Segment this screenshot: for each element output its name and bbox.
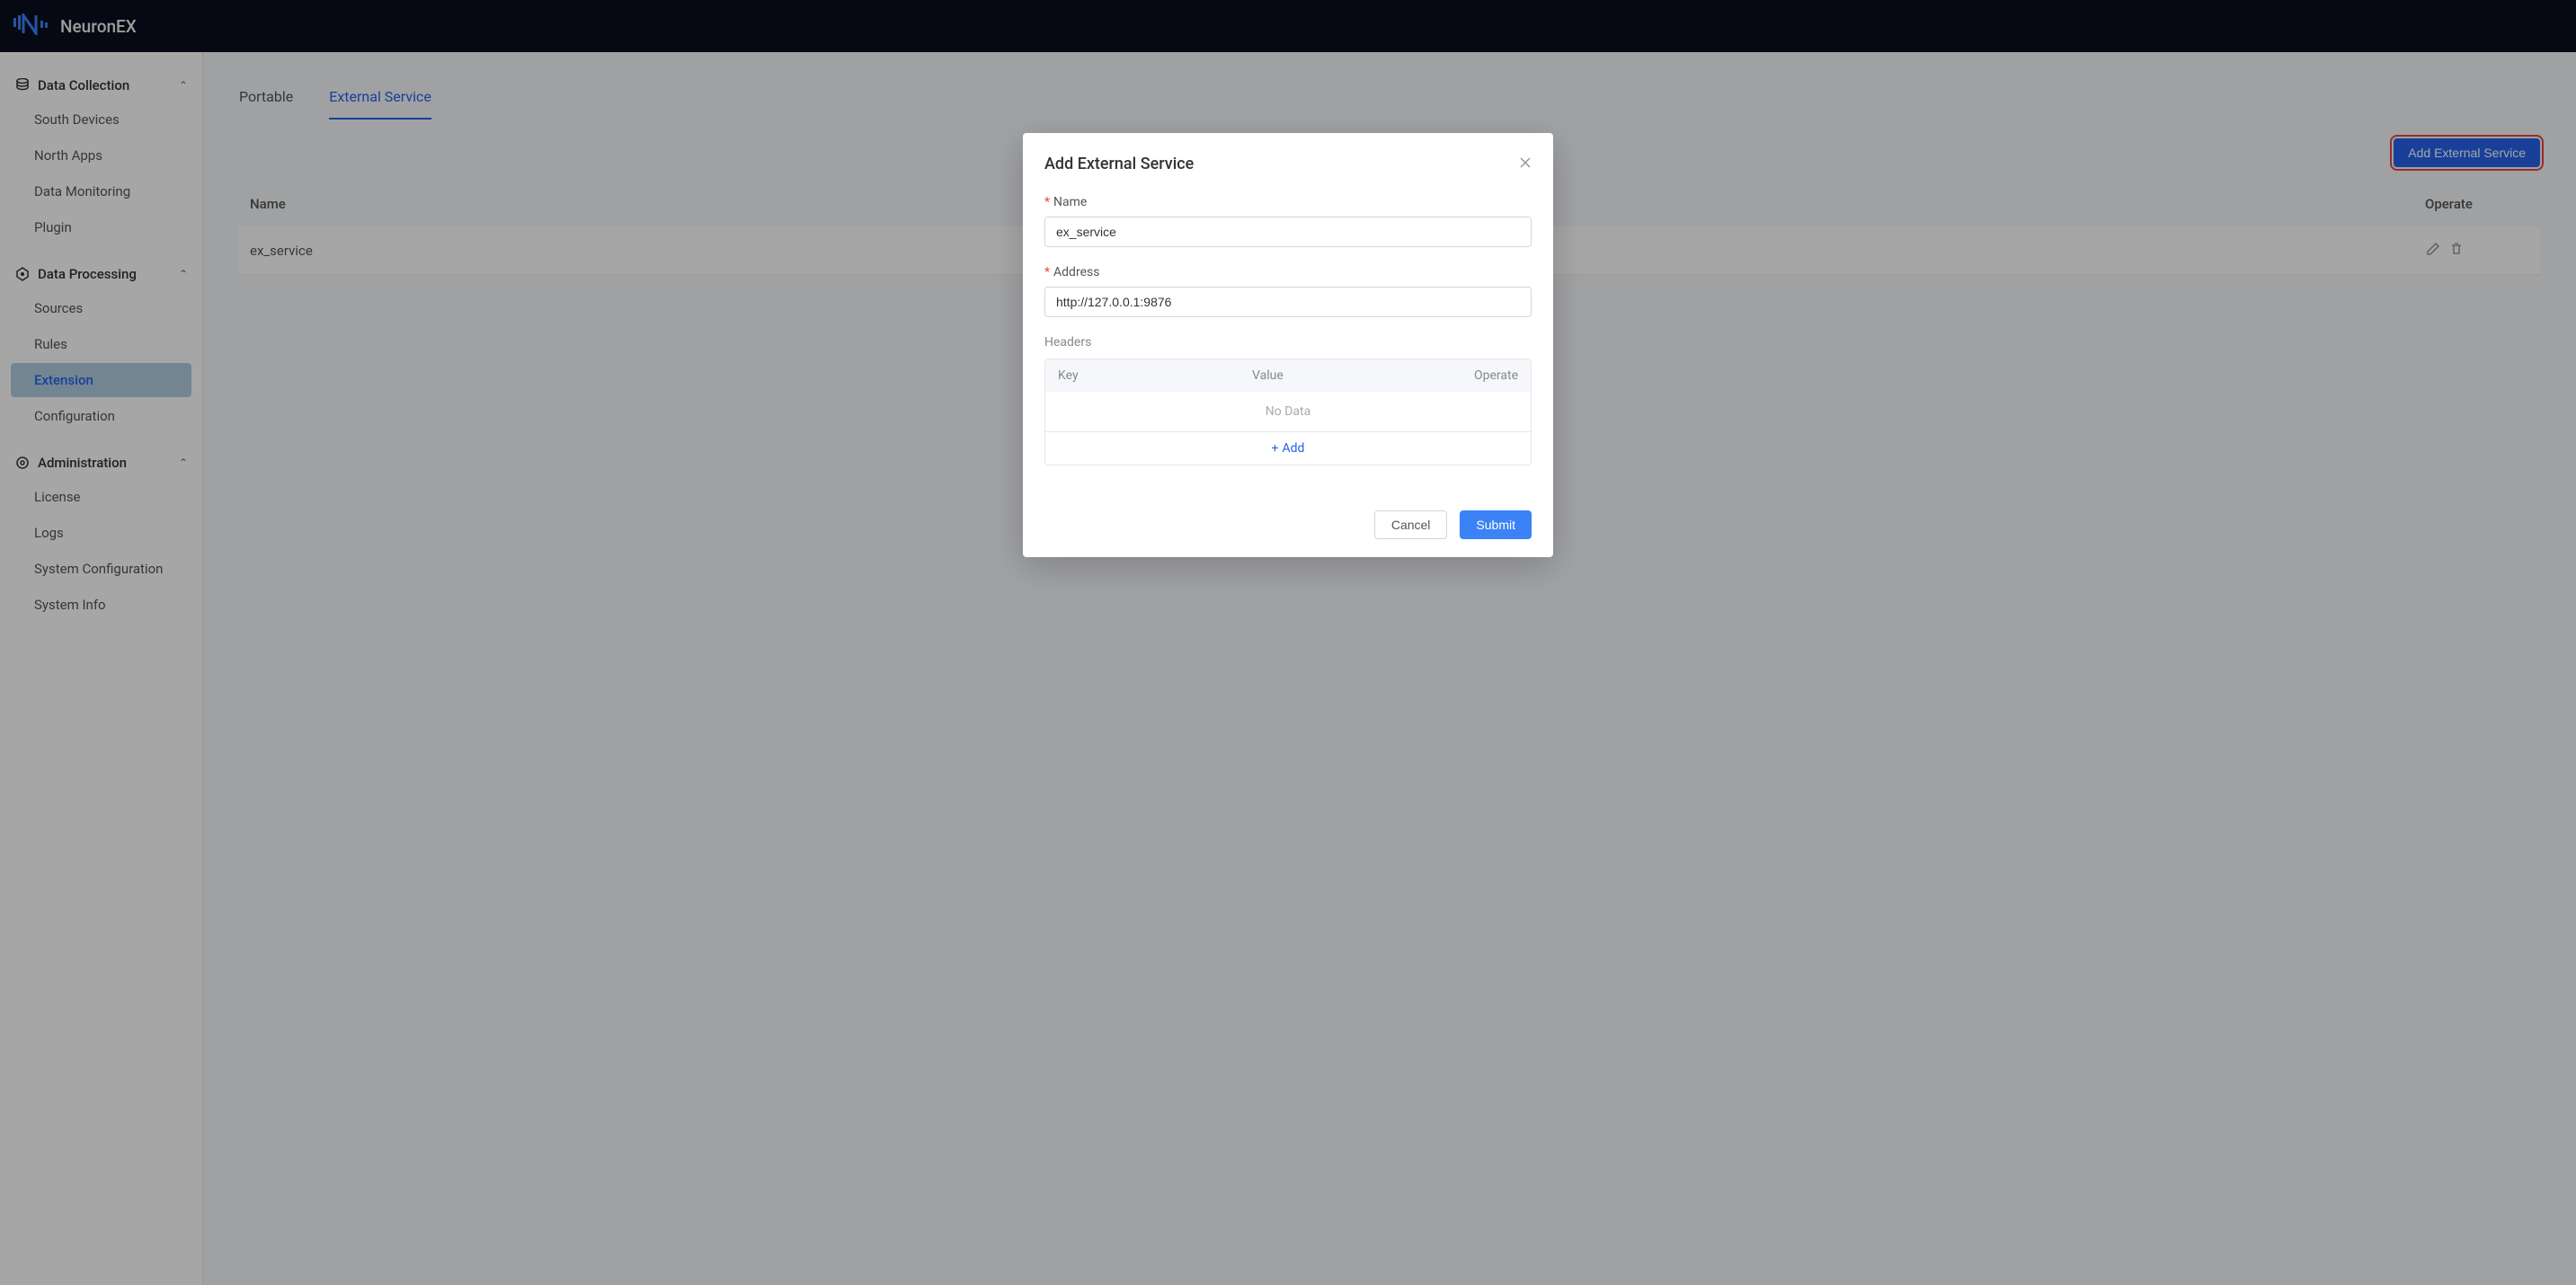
add-header-button[interactable]: + Add [1045, 431, 1531, 465]
headers-col-key: Key [1058, 368, 1252, 383]
headers-col-operate: Operate [1446, 368, 1518, 383]
cancel-button[interactable]: Cancel [1374, 510, 1448, 539]
address-input[interactable] [1044, 287, 1532, 317]
address-label: *Address [1044, 265, 1532, 279]
add-external-service-dialog: Add External Service *Name *Address Head… [1023, 133, 1553, 557]
headers-table: Key Value Operate No Data + Add [1044, 359, 1532, 465]
headers-label: Headers [1044, 335, 1532, 350]
modal-overlay[interactable]: Add External Service *Name *Address Head… [0, 0, 2576, 1285]
name-label-text: Name [1053, 195, 1087, 209]
dialog-title: Add External Service [1044, 155, 1194, 173]
headers-empty-text: No Data [1045, 392, 1531, 431]
submit-button[interactable]: Submit [1460, 510, 1532, 539]
add-header-label: Add [1283, 441, 1305, 456]
plus-icon: + [1272, 441, 1279, 456]
headers-col-value: Value [1252, 368, 1446, 383]
required-star: * [1044, 195, 1050, 209]
close-icon[interactable] [1519, 155, 1532, 173]
name-label: *Name [1044, 195, 1532, 209]
name-input[interactable] [1044, 217, 1532, 247]
address-label-text: Address [1053, 265, 1099, 279]
required-star: * [1044, 265, 1050, 279]
